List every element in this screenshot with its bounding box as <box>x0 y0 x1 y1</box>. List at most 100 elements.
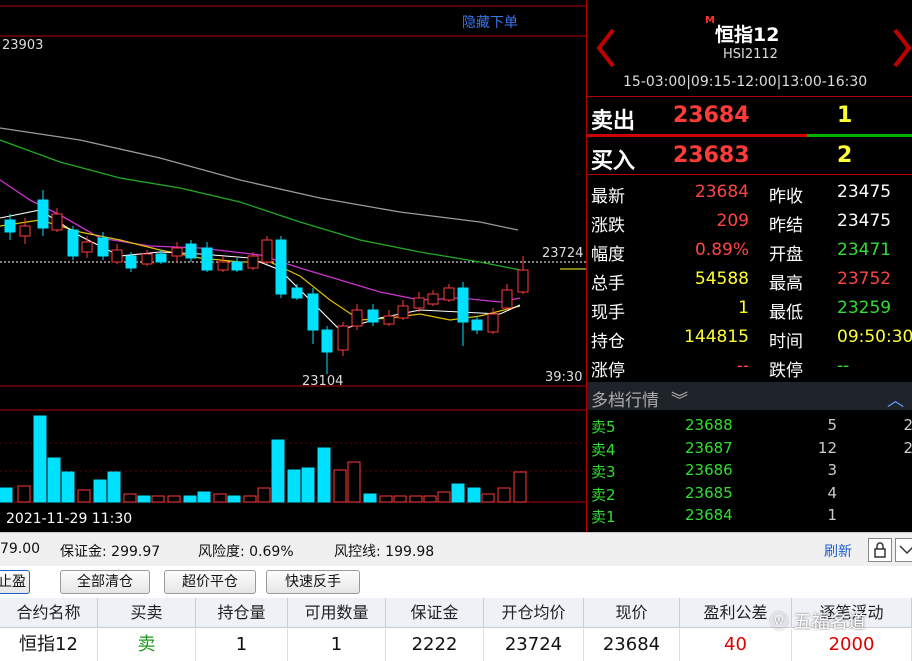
depth-volume: 4 <box>827 483 837 502</box>
buy-label: 买入 <box>591 149 636 174</box>
depth-row[interactable]: 卖3 23686 3 <box>587 459 912 481</box>
volume-bar <box>317 447 331 503</box>
candle-body <box>37 199 49 229</box>
depth-row[interactable]: 卖1 23684 1 <box>587 504 912 526</box>
kline-chart[interactable]: 隐藏下单 23903 23724 23104 39:30 2021-11-29 … <box>0 0 586 532</box>
column-header[interactable]: 保证金 <box>386 598 484 628</box>
table-cell: 恒指12 <box>0 629 98 661</box>
volume-bar <box>513 471 527 503</box>
control-line-value: 风控线: 199.98 <box>334 544 435 560</box>
stat-value: 23475 <box>837 211 892 231</box>
candle-body <box>4 219 16 233</box>
quick-reverse-button[interactable]: 快速反手 <box>266 570 360 594</box>
sell-row[interactable]: 卖出 23684 1 <box>587 98 912 136</box>
stat-row: 最新 23684 昨收 23475 <box>587 178 912 207</box>
volume-bar <box>423 495 437 503</box>
last-price-label: 23724 <box>542 246 584 261</box>
next-contract-icon[interactable] <box>891 28 912 68</box>
expand-icon[interactable]: ︾ <box>671 386 688 411</box>
contract-code: HSI2112 <box>723 47 778 62</box>
depth-extra: 2 <box>903 416 912 434</box>
stat-label: 最低 <box>769 303 803 323</box>
volume-bar <box>151 495 165 503</box>
column-header[interactable]: 买卖 <box>98 598 196 628</box>
weibo-icon: ⓦ <box>770 612 788 633</box>
volume-bar <box>301 467 315 503</box>
depth-label: 卖4 <box>591 440 616 459</box>
volume-bar <box>287 469 301 503</box>
candle-body <box>97 237 109 257</box>
volume-bar <box>197 491 211 503</box>
candle-body <box>201 247 213 271</box>
stat-value: -- <box>837 356 850 376</box>
over-price-close-button[interactable]: 超价平仓 <box>164 570 256 594</box>
volume-bar <box>481 493 495 503</box>
stat-row: 涨跌 209 昨结 23475 <box>587 207 912 236</box>
volume-bar <box>393 495 407 503</box>
stat-value: 1 <box>738 298 749 318</box>
volume-bar <box>451 483 465 503</box>
close-all-button[interactable]: 全部清仓 <box>60 570 150 594</box>
candle-body <box>397 305 409 319</box>
column-header[interactable]: 开仓均价 <box>484 598 584 628</box>
volume-bar <box>257 487 271 503</box>
volume-bar <box>33 415 47 503</box>
stat-value: 23475 <box>837 182 892 202</box>
refresh-link[interactable]: 刷新 <box>824 541 852 561</box>
volume-bar <box>347 461 361 503</box>
stat-value: 0.89% <box>694 240 749 260</box>
depth-volume: 3 <box>827 461 837 479</box>
stop-profit-button[interactable]: 止盈 <box>0 570 30 594</box>
stat-row: 幅度 0.89% 开盘 23471 <box>587 236 912 265</box>
candle-body <box>487 313 499 333</box>
prev-contract-icon[interactable] <box>595 28 617 68</box>
ma-line-white <box>0 209 521 331</box>
depth-header[interactable]: 多档行情 ︾ ︿ <box>587 382 912 411</box>
quote-panel: M 恒指12 HSI2112 15-03:00|09:15-12:00|13:0… <box>586 0 912 532</box>
risk-value: 风险度: 0.69% <box>198 544 294 560</box>
stat-row: 持仓 144815 时间 09:50:30 <box>587 323 912 352</box>
depth-label: 卖1 <box>591 508 616 526</box>
stat-label: 昨结 <box>769 216 803 236</box>
volume-bar <box>77 489 91 503</box>
volume-bar <box>379 495 393 503</box>
stat-label: 持仓 <box>591 332 625 352</box>
column-header[interactable]: 可用数量 <box>288 598 386 628</box>
volume-bar <box>17 485 31 503</box>
candle-body <box>19 225 31 237</box>
depth-row[interactable]: 卖2 23685 4 <box>587 482 912 504</box>
candle-body <box>261 239 273 263</box>
hide-order-link[interactable]: 隐藏下单 <box>462 12 518 32</box>
collapse-button[interactable] <box>895 538 912 562</box>
candle-body <box>217 261 229 271</box>
candle-body <box>351 309 363 327</box>
volume-bar <box>243 495 257 503</box>
column-header[interactable]: 现价 <box>584 598 680 628</box>
moving-average-lines <box>0 127 521 331</box>
sell-label: 卖出 <box>591 109 636 134</box>
buy-row[interactable]: 买入 23683 2 <box>587 138 912 176</box>
stat-value: -- <box>736 356 749 376</box>
collapse-icon[interactable]: ︿ <box>887 386 904 411</box>
depth-label: 卖5 <box>591 418 616 436</box>
margin-value: 保证金: 299.97 <box>60 544 161 560</box>
volume-bar <box>467 487 481 503</box>
candle-body <box>51 213 63 231</box>
depth-row[interactable]: 卖4 23687 12 2 <box>587 437 912 459</box>
lock-button[interactable] <box>868 538 892 562</box>
candle-body <box>155 253 167 263</box>
depth-price: 23688 <box>685 416 733 434</box>
volume-bar <box>0 487 13 503</box>
stat-label: 幅度 <box>591 245 625 265</box>
candle-body <box>443 287 455 301</box>
depth-label: 卖2 <box>591 485 616 504</box>
candle-body <box>517 269 529 293</box>
column-header[interactable]: 合约名称 <box>0 598 98 628</box>
top-price-label: 23903 <box>2 38 44 53</box>
volume-bar <box>167 495 181 503</box>
candle-body <box>471 319 483 331</box>
depth-row[interactable]: 卖5 23688 5 2 <box>587 414 912 436</box>
column-header[interactable]: 持仓量 <box>196 598 288 628</box>
stat-label: 涨停 <box>591 361 625 381</box>
stat-value: 09:50:30 <box>837 327 912 347</box>
